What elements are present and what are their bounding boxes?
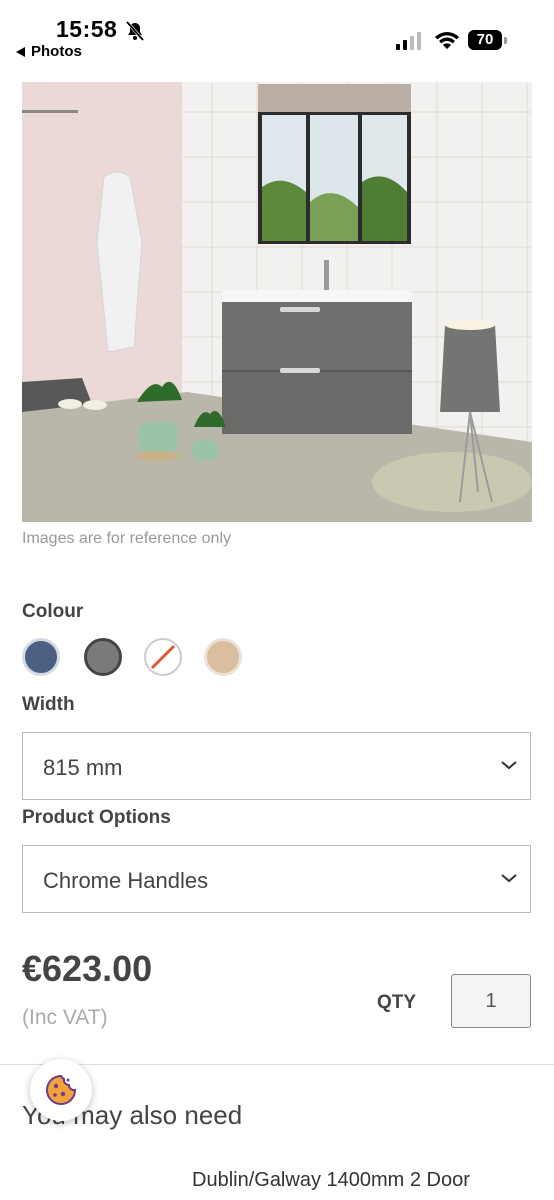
battery-icon: 70 bbox=[468, 30, 508, 52]
chevron-down-icon bbox=[501, 874, 517, 883]
strikethrough-icon bbox=[150, 644, 176, 670]
product-price: €623.00 bbox=[22, 948, 153, 989]
product-options-select-value: Chrome Handles bbox=[43, 868, 209, 893]
vat-note: (Inc VAT) bbox=[22, 1006, 108, 1029]
status-bar: 15:58 Photos 70 bbox=[0, 0, 554, 72]
back-app-label: Photos bbox=[31, 43, 82, 60]
product-options-select[interactable]: Chrome Handles bbox=[22, 845, 531, 913]
product-image bbox=[22, 82, 532, 522]
battery-level: 70 bbox=[476, 31, 494, 48]
related-product-title[interactable]: Dublin/Galway 1400mm 2 Door bbox=[192, 1169, 470, 1192]
chevron-down-icon bbox=[501, 761, 517, 770]
back-arrow-icon bbox=[16, 46, 25, 57]
cookie-icon bbox=[46, 1074, 77, 1105]
colour-label: Colour bbox=[22, 601, 84, 622]
image-caption: Images are for reference only bbox=[22, 530, 231, 547]
wifi-icon bbox=[435, 32, 459, 49]
cellular-signal-icon bbox=[396, 32, 421, 50]
colour-swatch-unavailable[interactable] bbox=[144, 638, 182, 676]
section-divider bbox=[0, 1064, 554, 1065]
bell-muted-icon bbox=[125, 21, 145, 41]
status-time: 15:58 bbox=[56, 16, 118, 42]
colour-swatch-blue[interactable] bbox=[22, 638, 60, 676]
back-to-photos-link[interactable]: Photos bbox=[16, 43, 82, 60]
product-options-label: Product Options bbox=[22, 807, 171, 828]
colour-swatch-grey[interactable] bbox=[84, 638, 122, 676]
width-select[interactable]: 815 mm bbox=[22, 732, 531, 800]
colour-swatch-oak[interactable] bbox=[204, 638, 242, 676]
qty-label: QTY bbox=[377, 992, 417, 1013]
width-label: Width bbox=[22, 694, 75, 715]
width-select-value: 815 mm bbox=[43, 755, 123, 780]
cookie-settings-button[interactable] bbox=[30, 1059, 92, 1121]
quantity-input[interactable]: 1 bbox=[451, 974, 531, 1028]
